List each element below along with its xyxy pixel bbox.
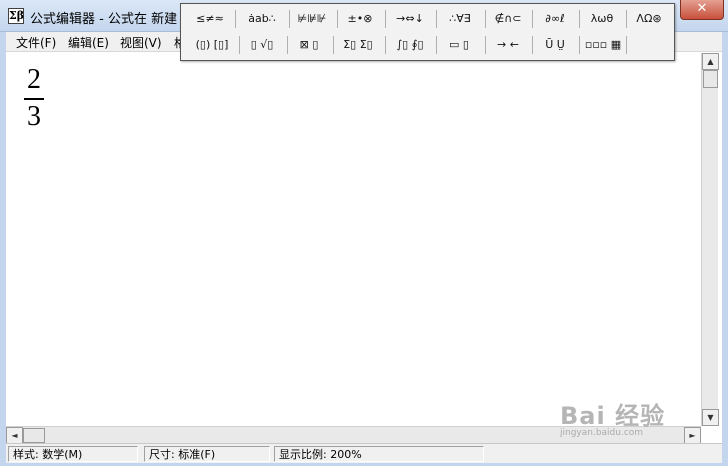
misc-symbols-palette[interactable]: ∂∞ℓ [534, 8, 576, 30]
fraction-radical-templates-palette[interactable]: ▯ √▯ [241, 34, 283, 56]
spaces-ellipses-palette[interactable]: ȧab∴ [239, 8, 285, 30]
logical-symbols-palette[interactable]: ∴∀∃ [438, 8, 482, 30]
fraction-bar [24, 98, 44, 100]
horizontal-scrollbar[interactable]: ◄ ► [6, 426, 701, 444]
toolbar-divider [485, 36, 486, 54]
status-style: 样式: 数学(M) [8, 446, 138, 462]
fraction-numerator[interactable]: 2 [24, 65, 44, 95]
toolbar-divider [385, 36, 386, 54]
status-zoom: 显示比例: 200% [274, 446, 484, 462]
toolbar-divider [532, 10, 533, 28]
operator-symbols-palette[interactable]: ±•⊗ [339, 8, 381, 30]
underbar-overbar-templates-palette[interactable]: ▭ ▯ [438, 34, 480, 56]
toolbar-divider [289, 10, 290, 28]
set-theory-palette[interactable]: ∉∩⊂ [487, 8, 529, 30]
toolbar-divider [239, 36, 240, 54]
equation-editor-area[interactable]: 2 3 [6, 53, 701, 426]
toolbar-divider [333, 36, 334, 54]
subscript-superscript-templates-palette[interactable]: ⊠ ▯ [289, 34, 329, 56]
matrix-templates-palette[interactable]: ▫▫▫ ▦ [581, 34, 625, 56]
fraction-denominator[interactable]: 3 [24, 102, 44, 132]
labeled-arrow-templates-palette[interactable]: → ← [487, 34, 529, 56]
integral-templates-palette[interactable]: ∫▯ ∮▯ [387, 34, 433, 56]
toolbar-divider [626, 36, 627, 54]
scroll-left-button[interactable]: ◄ [6, 427, 23, 444]
toolbar-divider [436, 36, 437, 54]
toolbar-divider [485, 10, 486, 28]
menu-edit[interactable]: 编辑(E) [68, 34, 109, 51]
scroll-right-button[interactable]: ► [684, 427, 701, 444]
fence-templates-palette[interactable]: (▯) [▯] [189, 34, 235, 56]
window-title: 公式编辑器 - 公式在 新建 M [30, 12, 193, 27]
toolbar-divider [579, 36, 580, 54]
summation-templates-palette[interactable]: Σ▯ Σ▯ [335, 34, 381, 56]
toolbar-divider [532, 36, 533, 54]
scroll-down-button[interactable]: ▼ [702, 409, 719, 426]
toolbar-divider [626, 10, 627, 28]
vertical-scrollbar[interactable]: ▲ ▼ [701, 53, 719, 426]
close-button[interactable]: ✕ [680, 0, 724, 20]
toolbar-divider [235, 10, 236, 28]
greek-lowercase-palette[interactable]: λωθ [581, 8, 623, 30]
relational-symbols-palette[interactable]: ≤≠≈ [189, 8, 231, 30]
window-frame-right [722, 32, 728, 466]
toolbar-divider [385, 10, 386, 28]
equation-toolbar: ≤≠≈ ȧab∴ ⊭⊯⊮ ±•⊗ →⇔↓ ∴∀∃ ∉∩⊂ ∂∞ℓ λωθ ΛΩ⊛… [180, 3, 675, 61]
vertical-scroll-thumb[interactable] [703, 70, 718, 88]
greek-uppercase-palette[interactable]: ΛΩ⊛ [628, 8, 670, 30]
embellishments-palette[interactable]: ⊭⊯⊮ [291, 8, 333, 30]
horizontal-scroll-thumb[interactable] [23, 428, 45, 443]
toolbar-divider [579, 10, 580, 28]
products-set-theory-templates-palette[interactable]: Ū Ṳ [534, 34, 576, 56]
toolbar-divider [287, 36, 288, 54]
menu-file[interactable]: 文件(F) [16, 34, 56, 51]
status-size: 尺寸: 标准(F) [144, 446, 270, 462]
toolbar-divider [337, 10, 338, 28]
app-icon[interactable]: Σβ [8, 8, 24, 24]
menu-view[interactable]: 视图(V) [120, 34, 162, 51]
status-bar: 样式: 数学(M) 尺寸: 标准(F) 显示比例: 200% [6, 443, 722, 463]
scroll-up-button[interactable]: ▲ [702, 53, 719, 70]
arrow-symbols-palette[interactable]: →⇔↓ [387, 8, 433, 30]
fraction[interactable]: 2 3 [24, 65, 44, 132]
toolbar-divider [436, 10, 437, 28]
